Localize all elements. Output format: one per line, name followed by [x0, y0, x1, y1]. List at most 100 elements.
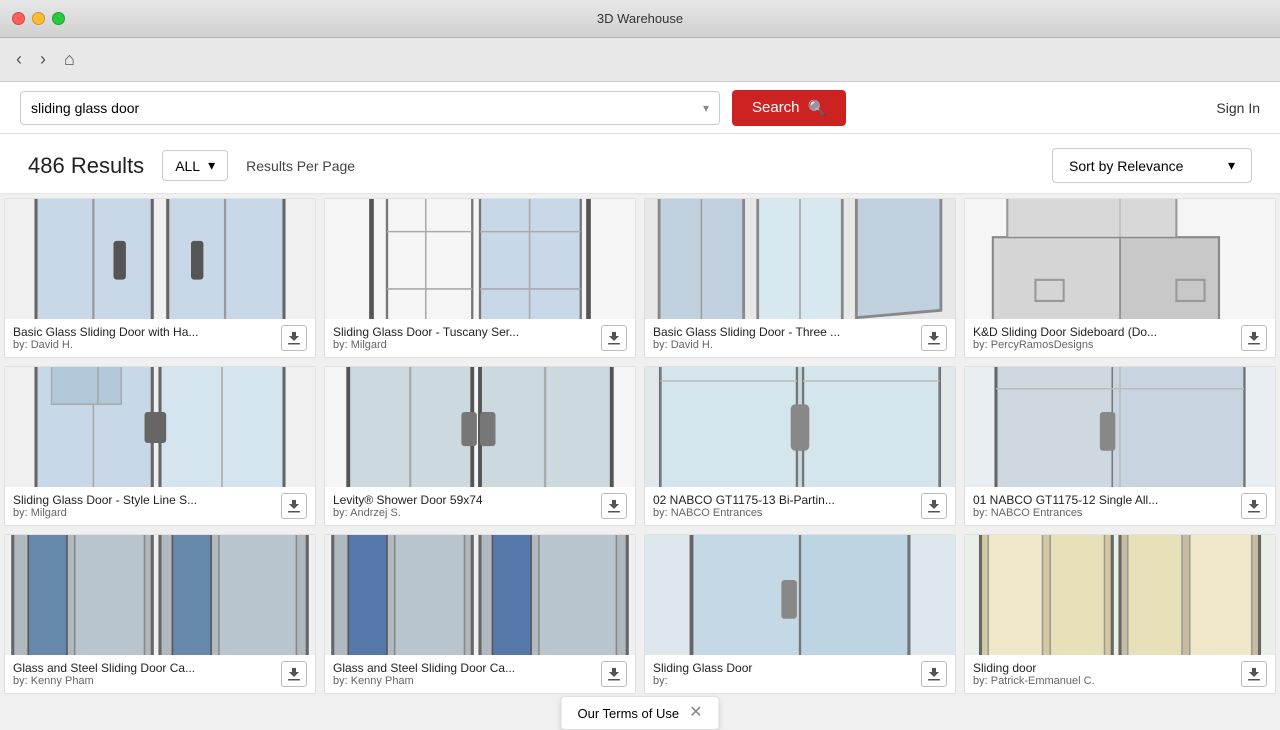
item-thumbnail-7 [965, 367, 1275, 487]
sort-dropdown[interactable]: Sort by Relevance ▾ [1052, 148, 1252, 183]
grid-item-0[interactable]: Basic Glass Sliding Door with Ha... by: … [4, 198, 316, 358]
searchbar: ▾ Search 🔍 Sign In [0, 82, 1280, 134]
window-controls [12, 12, 65, 25]
navbar: ‹ › ⌂ [0, 38, 1280, 82]
download-button-11[interactable] [1241, 661, 1267, 687]
download-button-3[interactable] [1241, 325, 1267, 351]
item-text-0: Basic Glass Sliding Door with Ha... by: … [13, 325, 281, 351]
item-info-9: Glass and Steel Sliding Door Ca... by: K… [325, 655, 635, 693]
item-title-9: Glass and Steel Sliding Door Ca... [333, 661, 553, 675]
download-icon [607, 499, 621, 513]
terms-close-button[interactable]: ✕ [689, 705, 702, 721]
item-title-4: Sliding Glass Door - Style Line S... [13, 493, 233, 507]
close-window-button[interactable] [12, 12, 25, 25]
item-thumbnail-10 [645, 535, 955, 655]
item-info-6: 02 NABCO GT1175-13 Bi-Partin... by: NABC… [645, 487, 955, 525]
item-author-10: by: [653, 675, 921, 687]
item-title-3: K&D Sliding Door Sideboard (Do... [973, 325, 1193, 339]
item-title-2: Basic Glass Sliding Door - Three ... [653, 325, 873, 339]
item-thumbnail-8: 914mm [5, 535, 315, 655]
download-button-6[interactable] [921, 493, 947, 519]
search-dropdown-arrow[interactable]: ▾ [697, 101, 709, 115]
grid-item-7[interactable]: 01 NABCO GT1175-12 Single All... by: NAB… [964, 366, 1276, 526]
results-count: 486 Results [28, 153, 144, 179]
item-text-10: Sliding Glass Door by: [653, 661, 921, 687]
download-button-4[interactable] [281, 493, 307, 519]
item-title-11: Sliding door [973, 661, 1193, 675]
item-author-7: by: NABCO Entrances [973, 507, 1241, 519]
item-text-3: K&D Sliding Door Sideboard (Do... by: Pe… [973, 325, 1241, 351]
download-button-10[interactable] [921, 661, 947, 687]
item-info-3: K&D Sliding Door Sideboard (Do... by: Pe… [965, 319, 1275, 357]
item-info-1: Sliding Glass Door - Tuscany Ser... by: … [325, 319, 635, 357]
item-author-2: by: David H. [653, 339, 921, 351]
item-thumbnail-3 [965, 199, 1275, 319]
item-thumbnail-6 [645, 367, 955, 487]
sign-in-button[interactable]: Sign In [1216, 100, 1260, 116]
grid-item-3[interactable]: K&D Sliding Door Sideboard (Do... by: Pe… [964, 198, 1276, 358]
item-info-5: Levity® Shower Door 59x74 by: Andrzej S. [325, 487, 635, 525]
item-info-4: Sliding Glass Door - Style Line S... by:… [5, 487, 315, 525]
download-button-1[interactable] [601, 325, 627, 351]
item-title-10: Sliding Glass Door [653, 661, 873, 675]
results-header: 486 Results ALL ▾ Results Per Page Sort … [0, 134, 1280, 194]
search-button-label: Search [752, 99, 800, 116]
download-button-8[interactable] [281, 661, 307, 687]
item-text-6: 02 NABCO GT1175-13 Bi-Partin... by: NABC… [653, 493, 921, 519]
item-thumbnail-0 [5, 199, 315, 319]
download-button-5[interactable] [601, 493, 627, 519]
item-thumbnail-2 [645, 199, 955, 319]
results-per-page-label: Results Per Page [246, 158, 355, 174]
item-author-6: by: NABCO Entrances [653, 507, 921, 519]
download-button-2[interactable] [921, 325, 947, 351]
item-text-9: Glass and Steel Sliding Door Ca... by: K… [333, 661, 601, 687]
item-text-4: Sliding Glass Door - Style Line S... by:… [13, 493, 281, 519]
download-button-9[interactable] [601, 661, 627, 687]
download-icon [1247, 499, 1261, 513]
item-text-5: Levity® Shower Door 59x74 by: Andrzej S. [333, 493, 601, 519]
search-button[interactable]: Search 🔍 [732, 90, 846, 126]
item-thumbnail-1 [325, 199, 635, 319]
back-button[interactable]: ‹ [12, 45, 26, 74]
download-button-7[interactable] [1241, 493, 1267, 519]
search-input-wrapper: ▾ [20, 91, 720, 125]
forward-button[interactable]: › [36, 45, 50, 74]
grid-item-2[interactable]: Basic Glass Sliding Door - Three ... by:… [644, 198, 956, 358]
search-icon: 🔍 [808, 99, 827, 117]
grid-item-1[interactable]: Sliding Glass Door - Tuscany Ser... by: … [324, 198, 636, 358]
terms-label: Our Terms of Use [577, 706, 679, 721]
filter-label: ALL [175, 158, 200, 174]
item-author-1: by: Milgard [333, 339, 601, 351]
item-title-7: 01 NABCO GT1175-12 Single All... [973, 493, 1193, 507]
item-thumbnail-11 [965, 535, 1275, 655]
download-icon [287, 499, 301, 513]
grid-item-5[interactable]: Levity® Shower Door 59x74 by: Andrzej S. [324, 366, 636, 526]
grid-item-6[interactable]: 02 NABCO GT1175-13 Bi-Partin... by: NABC… [644, 366, 956, 526]
grid-item-9[interactable]: Glass and Steel Sliding Door Ca... by: K… [324, 534, 636, 694]
item-info-0: Basic Glass Sliding Door with Ha... by: … [5, 319, 315, 357]
minimize-window-button[interactable] [32, 12, 45, 25]
item-author-8: by: Kenny Pham [13, 675, 281, 687]
item-info-11: Sliding door by: Patrick-Emmanuel C. [965, 655, 1275, 693]
search-input[interactable] [31, 100, 697, 116]
home-button[interactable]: ⌂ [60, 45, 79, 74]
item-author-4: by: Milgard [13, 507, 281, 519]
filter-chevron-icon: ▾ [208, 157, 215, 174]
titlebar: 3D Warehouse [0, 0, 1280, 38]
maximize-window-button[interactable] [52, 12, 65, 25]
download-icon [607, 667, 621, 681]
grid-item-8[interactable]: 914mm Glass and Steel Sliding Door Ca...… [4, 534, 316, 694]
grid-item-4[interactable]: Sliding Glass Door - Style Line S... by:… [4, 366, 316, 526]
item-info-2: Basic Glass Sliding Door - Three ... by:… [645, 319, 955, 357]
sort-chevron-icon: ▾ [1228, 157, 1235, 174]
filter-dropdown[interactable]: ALL ▾ [162, 150, 228, 181]
download-icon [287, 667, 301, 681]
item-title-0: Basic Glass Sliding Door with Ha... [13, 325, 233, 339]
grid-item-10[interactable]: Sliding Glass Door by: [644, 534, 956, 694]
item-info-8: Glass and Steel Sliding Door Ca... by: K… [5, 655, 315, 693]
download-icon [1247, 667, 1261, 681]
item-author-0: by: David H. [13, 339, 281, 351]
grid-item-11[interactable]: Sliding door by: Patrick-Emmanuel C. [964, 534, 1276, 694]
download-icon [287, 331, 301, 345]
download-button-0[interactable] [281, 325, 307, 351]
